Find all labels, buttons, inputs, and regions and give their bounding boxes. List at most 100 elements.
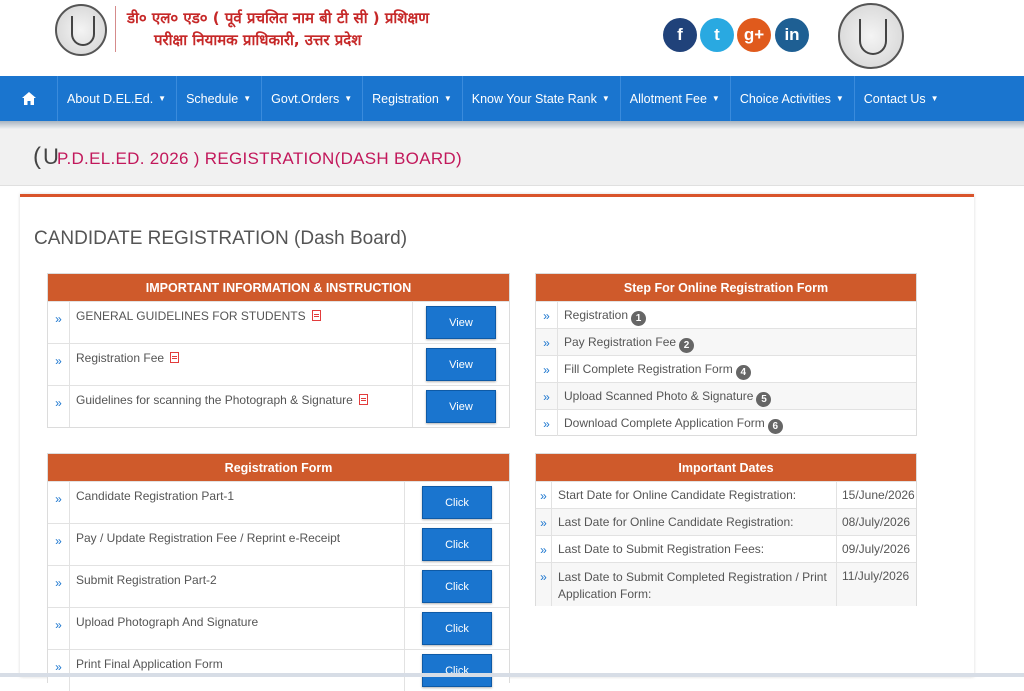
- nav-govt-orders-label: Govt.Orders: [271, 91, 340, 106]
- nav-allotment-fee[interactable]: Allotment Fee ▼: [621, 76, 731, 121]
- info-panel-title: IMPORTANT INFORMATION & INSTRUCTION: [48, 274, 509, 301]
- date-label: Last Date to Submit Completed Registrati…: [558, 570, 827, 601]
- form-row: » Print Final Application Form Click: [48, 649, 509, 691]
- click-button[interactable]: Click: [422, 570, 492, 603]
- info-row-text: GENERAL GUIDELINES FOR STUDENTS: [76, 309, 306, 323]
- linkedin-icon[interactable]: in: [775, 18, 809, 52]
- bottom-edge: [0, 673, 1024, 677]
- google-plus-icon[interactable]: g+: [737, 18, 771, 52]
- nav-registration[interactable]: Registration ▼: [363, 76, 463, 121]
- up-emblem-logo-right: [838, 3, 904, 69]
- step-text: Fill Complete Registration Form: [564, 362, 733, 376]
- form-row-action: Click: [404, 650, 509, 691]
- main-nav: About D.EL.Ed. ▼ Schedule ▼ Govt.Orders ▼ R…: [0, 76, 1024, 121]
- home-icon[interactable]: [0, 76, 58, 121]
- form-row: » Candidate Registration Part-1 Click: [48, 481, 509, 523]
- facebook-icon[interactable]: f: [663, 18, 697, 52]
- info-row-action: View: [412, 302, 509, 343]
- info-row-action: View: [412, 386, 509, 427]
- twitter-icon[interactable]: t: [700, 18, 734, 52]
- click-button[interactable]: Click: [422, 528, 492, 561]
- view-button[interactable]: View: [426, 306, 496, 339]
- step-label[interactable]: Upload Scanned Photo & Signature 5: [558, 383, 916, 409]
- chevron-down-icon: ▼: [930, 94, 939, 103]
- step-row: » Registration 1: [536, 301, 916, 328]
- double-chevron-right-icon: »: [536, 356, 558, 382]
- date-label: Start Date for Online Candidate Registra…: [558, 488, 797, 502]
- double-chevron-right-icon: »: [536, 329, 558, 355]
- double-chevron-right-icon: »: [536, 536, 552, 562]
- click-button[interactable]: Click: [422, 612, 492, 645]
- form-row-label: Upload Photograph And Signature: [76, 615, 259, 629]
- chevron-down-icon: ▼: [601, 94, 610, 103]
- date-row: » Last Date for Online Candidate Registr…: [536, 508, 916, 535]
- form-row: » Pay / Update Registration Fee / Reprin…: [48, 523, 509, 565]
- form-row-label: Candidate Registration Part-1: [76, 489, 235, 503]
- site-title-line1: डी० एल० एड० ( पूर्व प्रचलित नाम बी टी सी…: [127, 9, 430, 27]
- nav-schedule[interactable]: Schedule ▼: [177, 76, 263, 121]
- view-button[interactable]: View: [426, 348, 496, 381]
- up-emblem-logo: [55, 4, 107, 56]
- pdf-icon: [170, 352, 180, 363]
- step-number-badge: 5: [756, 392, 772, 407]
- chevron-down-icon: ▼: [711, 94, 720, 103]
- important-dates-title: Important Dates: [536, 454, 916, 481]
- step-label[interactable]: Download Complete Application Form 6: [558, 410, 916, 436]
- nav-choice-activities-label: Choice Activities: [739, 91, 831, 106]
- chevron-down-icon: ▼: [158, 94, 167, 103]
- click-button[interactable]: Click: [422, 654, 492, 687]
- double-chevron-right-icon: »: [536, 563, 552, 606]
- nav-govt-orders[interactable]: Govt.Orders ▼: [262, 76, 364, 121]
- nav-registration-label: Registration: [372, 91, 439, 106]
- double-chevron-right-icon: »: [48, 482, 70, 523]
- nav-about[interactable]: About D.EL.Ed. ▼: [58, 76, 178, 121]
- form-row-label: Print Final Application Form: [76, 657, 223, 671]
- form-row-action: Click: [404, 482, 509, 523]
- date-row: » Start Date for Online Candidate Regist…: [536, 481, 916, 508]
- info-row-label: Registration Fee: [70, 344, 412, 385]
- info-row-label: GENERAL GUIDELINES FOR STUDENTS: [70, 302, 412, 343]
- registration-form-title: Registration Form: [48, 454, 509, 481]
- double-chevron-right-icon: »: [48, 650, 70, 691]
- date-row: » Last Date to Submit Registration Fees:…: [536, 535, 916, 562]
- nav-contact-label: Contact Us: [863, 91, 926, 106]
- step-row: » Pay Registration Fee 2: [536, 328, 916, 355]
- step-row: » Upload Scanned Photo & Signature 5: [536, 382, 916, 409]
- step-number-badge: 2: [679, 338, 695, 353]
- date-label: Last Date for Online Candidate Registrat…: [558, 515, 794, 529]
- step-row: » Download Complete Application Form 6: [536, 409, 916, 436]
- registration-form-panel: Registration Form » Candidate Registrati…: [47, 453, 510, 691]
- date-label: Last Date to Submit Registration Fees:: [558, 542, 765, 556]
- nav-state-rank[interactable]: Know Your State Rank ▼: [463, 76, 621, 121]
- steps-panel: Step For Online Registration Form » Regi…: [535, 273, 917, 436]
- step-text: Download Complete Application Form: [564, 416, 765, 430]
- double-chevron-right-icon: »: [48, 344, 70, 385]
- double-chevron-right-icon: »: [536, 509, 552, 535]
- double-chevron-right-icon: »: [536, 410, 558, 436]
- form-row-action: Click: [404, 524, 509, 565]
- step-number-badge: 4: [735, 365, 751, 380]
- step-row: » Fill Complete Registration Form 4: [536, 355, 916, 382]
- chevron-down-icon: ▼: [344, 94, 353, 103]
- view-button[interactable]: View: [426, 390, 496, 423]
- double-chevron-right-icon: »: [48, 386, 70, 427]
- info-panel: IMPORTANT INFORMATION & INSTRUCTION » GE…: [47, 273, 510, 428]
- click-button[interactable]: Click: [422, 486, 492, 519]
- double-chevron-right-icon: »: [48, 608, 70, 649]
- info-row-action: View: [412, 344, 509, 385]
- date-value: 08/July/2026: [836, 509, 916, 535]
- step-label[interactable]: Fill Complete Registration Form 4: [558, 356, 916, 382]
- logo-divider: [115, 6, 116, 52]
- double-chevron-right-icon: »: [536, 482, 552, 508]
- nav-about-label: About D.EL.Ed.: [67, 91, 154, 106]
- nav-contact[interactable]: Contact Us ▼: [855, 76, 949, 121]
- step-label[interactable]: Pay Registration Fee 2: [558, 329, 916, 355]
- nav-choice-activities[interactable]: Choice Activities ▼: [731, 76, 855, 121]
- step-number-badge: 1: [631, 311, 647, 326]
- chevron-down-icon: ▼: [243, 94, 252, 103]
- step-label[interactable]: Registration 1: [558, 302, 916, 328]
- info-row-text: Registration Fee: [76, 351, 165, 365]
- page-title-paren: (: [33, 143, 41, 170]
- double-chevron-right-icon: »: [48, 566, 70, 607]
- chevron-down-icon: ▼: [443, 94, 452, 103]
